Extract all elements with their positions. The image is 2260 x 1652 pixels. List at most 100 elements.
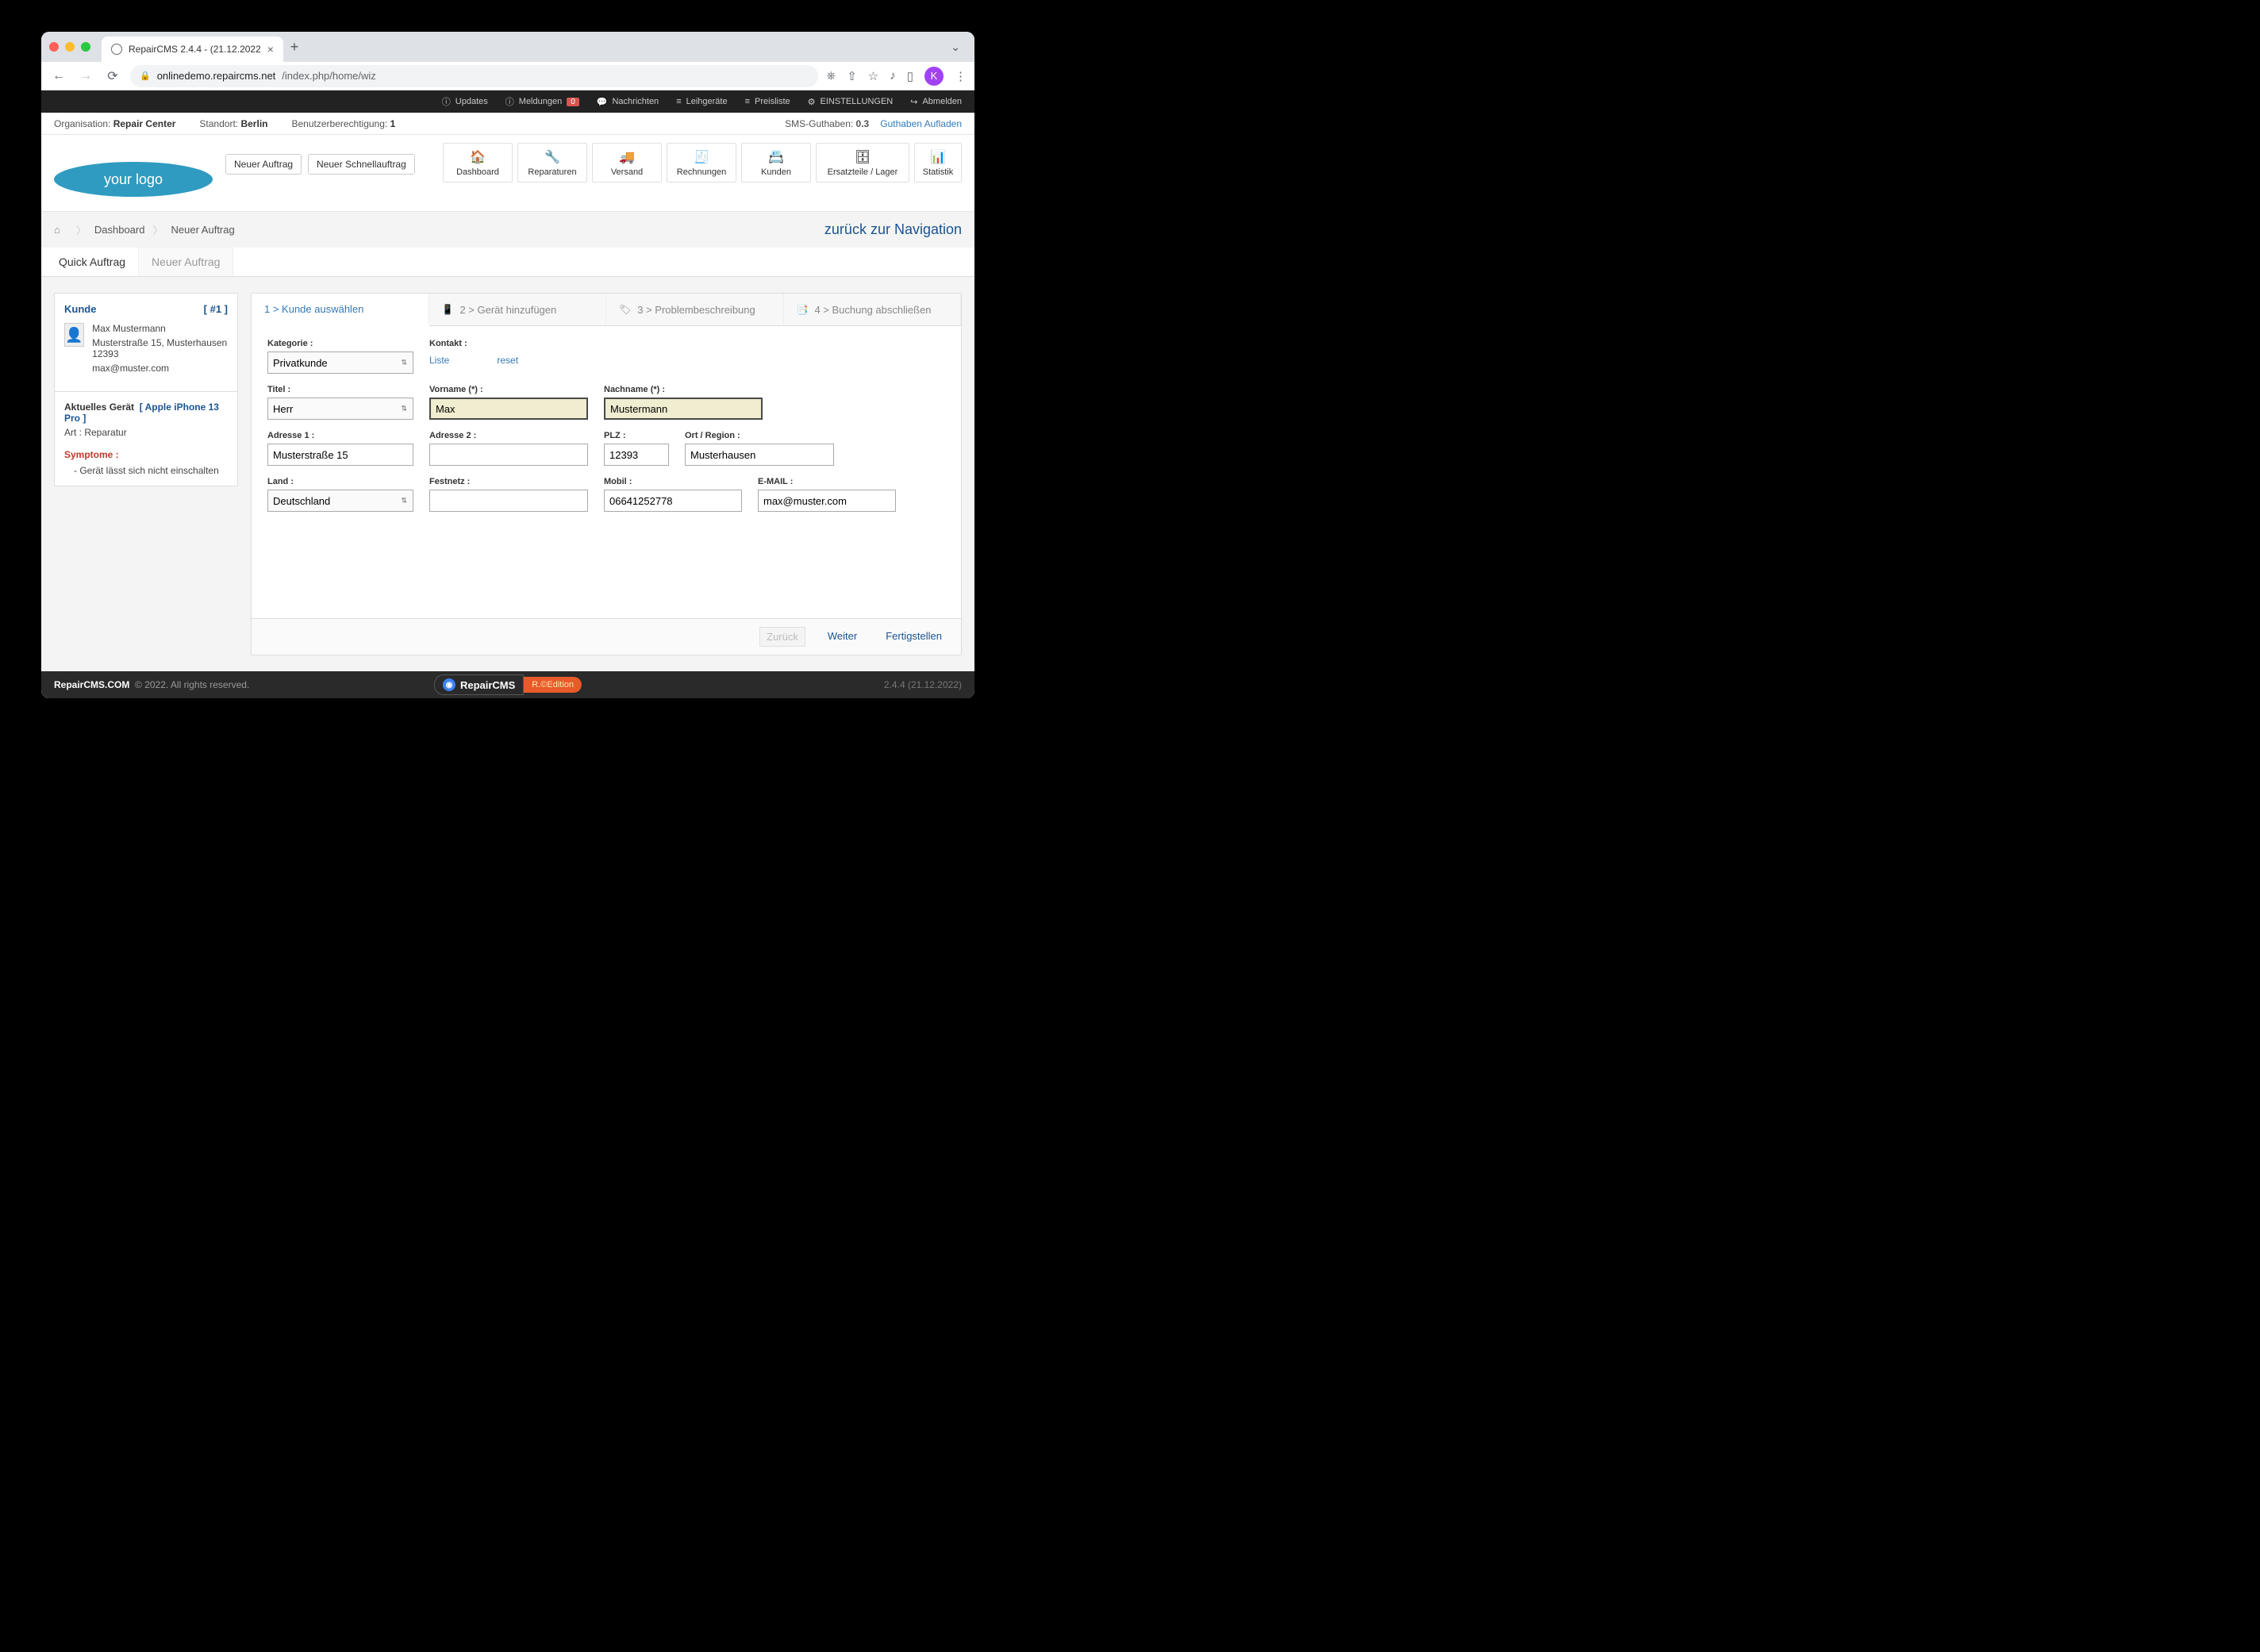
nav-repairs[interactable]: 🔧Reparaturen [517,143,587,182]
tab-quick-order[interactable]: Quick Auftrag [46,248,139,276]
wizard-finish-button[interactable]: Fertigstellen [879,627,948,647]
country-select[interactable]: Deutschland [267,490,413,512]
nav-invoices[interactable]: 🧾Rechnungen [667,143,736,182]
back-to-nav-link[interactable]: zurück zur Navigation [824,221,962,238]
logout-link[interactable]: ↪Abmelden [910,97,962,107]
page-tabs: Quick Auftrag Neuer Auftrag [41,248,974,277]
home-icon: 🏠 [470,149,486,165]
new-tab-button[interactable]: + [283,39,306,56]
email-input[interactable] [758,490,896,512]
mobile-input[interactable] [604,490,742,512]
footer-version: 2.4.4 (21.12.2022) [884,679,962,690]
crumb-dashboard[interactable]: Dashboard [94,224,145,236]
topup-link[interactable]: Guthaben Aufladen [880,118,962,129]
nav-shipping[interactable]: 🚚Versand [592,143,662,182]
settings-link[interactable]: ⚙EINSTELLUNGEN [808,97,894,107]
home-icon[interactable]: ⌂ [54,224,60,236]
customer-card: Kunde[ #1 ] 👤 Max Mustermann Musterstraß… [54,293,238,392]
zip-input[interactable] [604,444,669,466]
contact-list-link[interactable]: Liste [429,355,449,366]
url-input[interactable]: 🔒 onlinedemo.repaircms.net/index.php/hom… [130,65,818,87]
landline-input[interactable] [429,490,588,512]
tab-new-order[interactable]: Neuer Auftrag [139,248,233,276]
sms-balance: SMS-Guthaben: 0.3 [785,118,869,129]
footer-brand[interactable]: RepairCMS.COM [54,679,129,690]
device-type: Art : Reparatur [64,427,228,438]
nav-stats[interactable]: 📊Statistik [914,143,962,182]
url-path: /index.php/home/wiz [282,70,376,82]
wizard-next-button[interactable]: Weiter [821,627,863,647]
updates-link[interactable]: ⓘUpdates [442,95,488,108]
customer-heading: Kunde [64,303,96,315]
footer-logo: ◉RepairCMS R.©Edition [434,674,582,695]
browser-actions: ⎈ ⇧ ☆ ♪ ▯ K ⋮ [826,67,967,86]
device-card: Aktuelles Gerät [ Apple iPhone 13 Pro ] … [54,391,238,486]
tab-menu-chevron-icon[interactable]: ⌄ [944,40,967,54]
new-quick-order-button[interactable]: Neuer Schnellauftrag [308,154,415,175]
contacts-icon: 📇 [768,149,784,165]
bookmark-icon[interactable]: ☆ [868,69,878,83]
firstname-input[interactable] [429,398,588,420]
minimize-window-button[interactable] [65,42,75,52]
back-button[interactable]: ← [49,67,68,86]
browser-tab[interactable]: RepairCMS 2.4.4 - (21.12.2022 × [102,36,283,62]
content-area: Kunde[ #1 ] 👤 Max Mustermann Musterstraß… [41,277,974,671]
title-select[interactable]: Herr [267,398,413,420]
lastname-input[interactable] [604,398,763,420]
kebab-menu-icon[interactable]: ⋮ [955,69,967,83]
list-icon: ≡ [745,97,750,106]
check-icon: 📑 [797,304,809,315]
forward-button[interactable]: → [76,67,95,86]
category-select[interactable]: Privatkunde [267,352,413,374]
browser-window: RepairCMS 2.4.4 - (21.12.2022 × + ⌄ ← → … [41,32,974,698]
footer-copy: © 2022. All rights reserved. [135,679,249,690]
nav-dashboard[interactable]: 🏠Dashboard [443,143,513,182]
customer-number: [ #1 ] [204,303,228,315]
gear-icon: ⚙ [808,97,816,107]
step-finish-booking[interactable]: 📑4 > Buchung abschließen [784,294,962,325]
wizard-back-button: Zurück [759,627,805,647]
close-window-button[interactable] [49,42,59,52]
messages-link[interactable]: 💬Nachrichten [597,97,659,107]
address1-input[interactable] [267,444,413,466]
symptom-item: - Gerät lässt sich nicht einschalten [74,465,228,476]
location-icon[interactable]: ⎈ [826,69,836,83]
pricelist-link[interactable]: ≡Preisliste [745,97,790,106]
nav-parts[interactable]: 🗄Ersatzteile / Lager [816,143,909,182]
location-info: Standort: Berlin [199,118,267,129]
label-zip: PLZ : [604,431,669,440]
tools-icon: 🔧 [544,149,560,165]
reload-button[interactable]: ⟳ [103,67,122,86]
notifications-link[interactable]: ⓘMeldungen0 [505,95,579,108]
step-select-customer[interactable]: 1 > Kunde auswählen [252,294,429,326]
label-category: Kategorie : [267,339,413,348]
customer-form: Kategorie : Privatkunde Kontakt : Liste … [252,326,961,618]
address-bar: ← → ⟳ 🔒 onlinedemo.repaircms.net/index.p… [41,62,974,90]
new-order-button[interactable]: Neuer Auftrag [225,154,302,175]
info-icon: ⓘ [442,95,451,108]
step-add-device[interactable]: 📱2 > Gerät hinzufügen [429,294,607,325]
profile-avatar[interactable]: K [924,67,944,86]
city-input[interactable] [685,444,834,466]
loan-devices-link[interactable]: ≡Leihgeräte [676,97,727,106]
contact-reset-link[interactable]: reset [497,355,518,366]
breadcrumb: ⌂ 〉 Dashboard 〉 Neuer Auftrag zurück zur… [41,212,974,248]
address2-input[interactable] [429,444,588,466]
top-menu-bar: ⓘUpdates ⓘMeldungen0 💬Nachrichten ≡Leihg… [41,90,974,113]
maximize-window-button[interactable] [81,42,90,52]
notifications-badge: 0 [567,98,579,106]
crumb-current: Neuer Auftrag [171,224,235,236]
label-mobile: Mobil : [604,477,742,486]
device-heading: Aktuelles Gerät [64,401,134,413]
header-row: your logo Neuer Auftrag Neuer Schnellauf… [41,135,974,212]
nav-customers[interactable]: 📇Kunden [741,143,811,182]
label-lastname: Nachname (*) : [604,385,763,394]
close-tab-icon[interactable]: × [267,43,274,56]
step-problem-desc[interactable]: 🏷3 > Problembeschreibung [606,294,784,325]
symptoms-heading: Symptome : [64,449,228,460]
globe-icon [111,44,122,55]
panel-icon[interactable]: ▯ [907,69,913,83]
label-city: Ort / Region : [685,431,834,440]
share-icon[interactable]: ⇧ [847,69,857,83]
music-icon[interactable]: ♪ [890,69,896,83]
